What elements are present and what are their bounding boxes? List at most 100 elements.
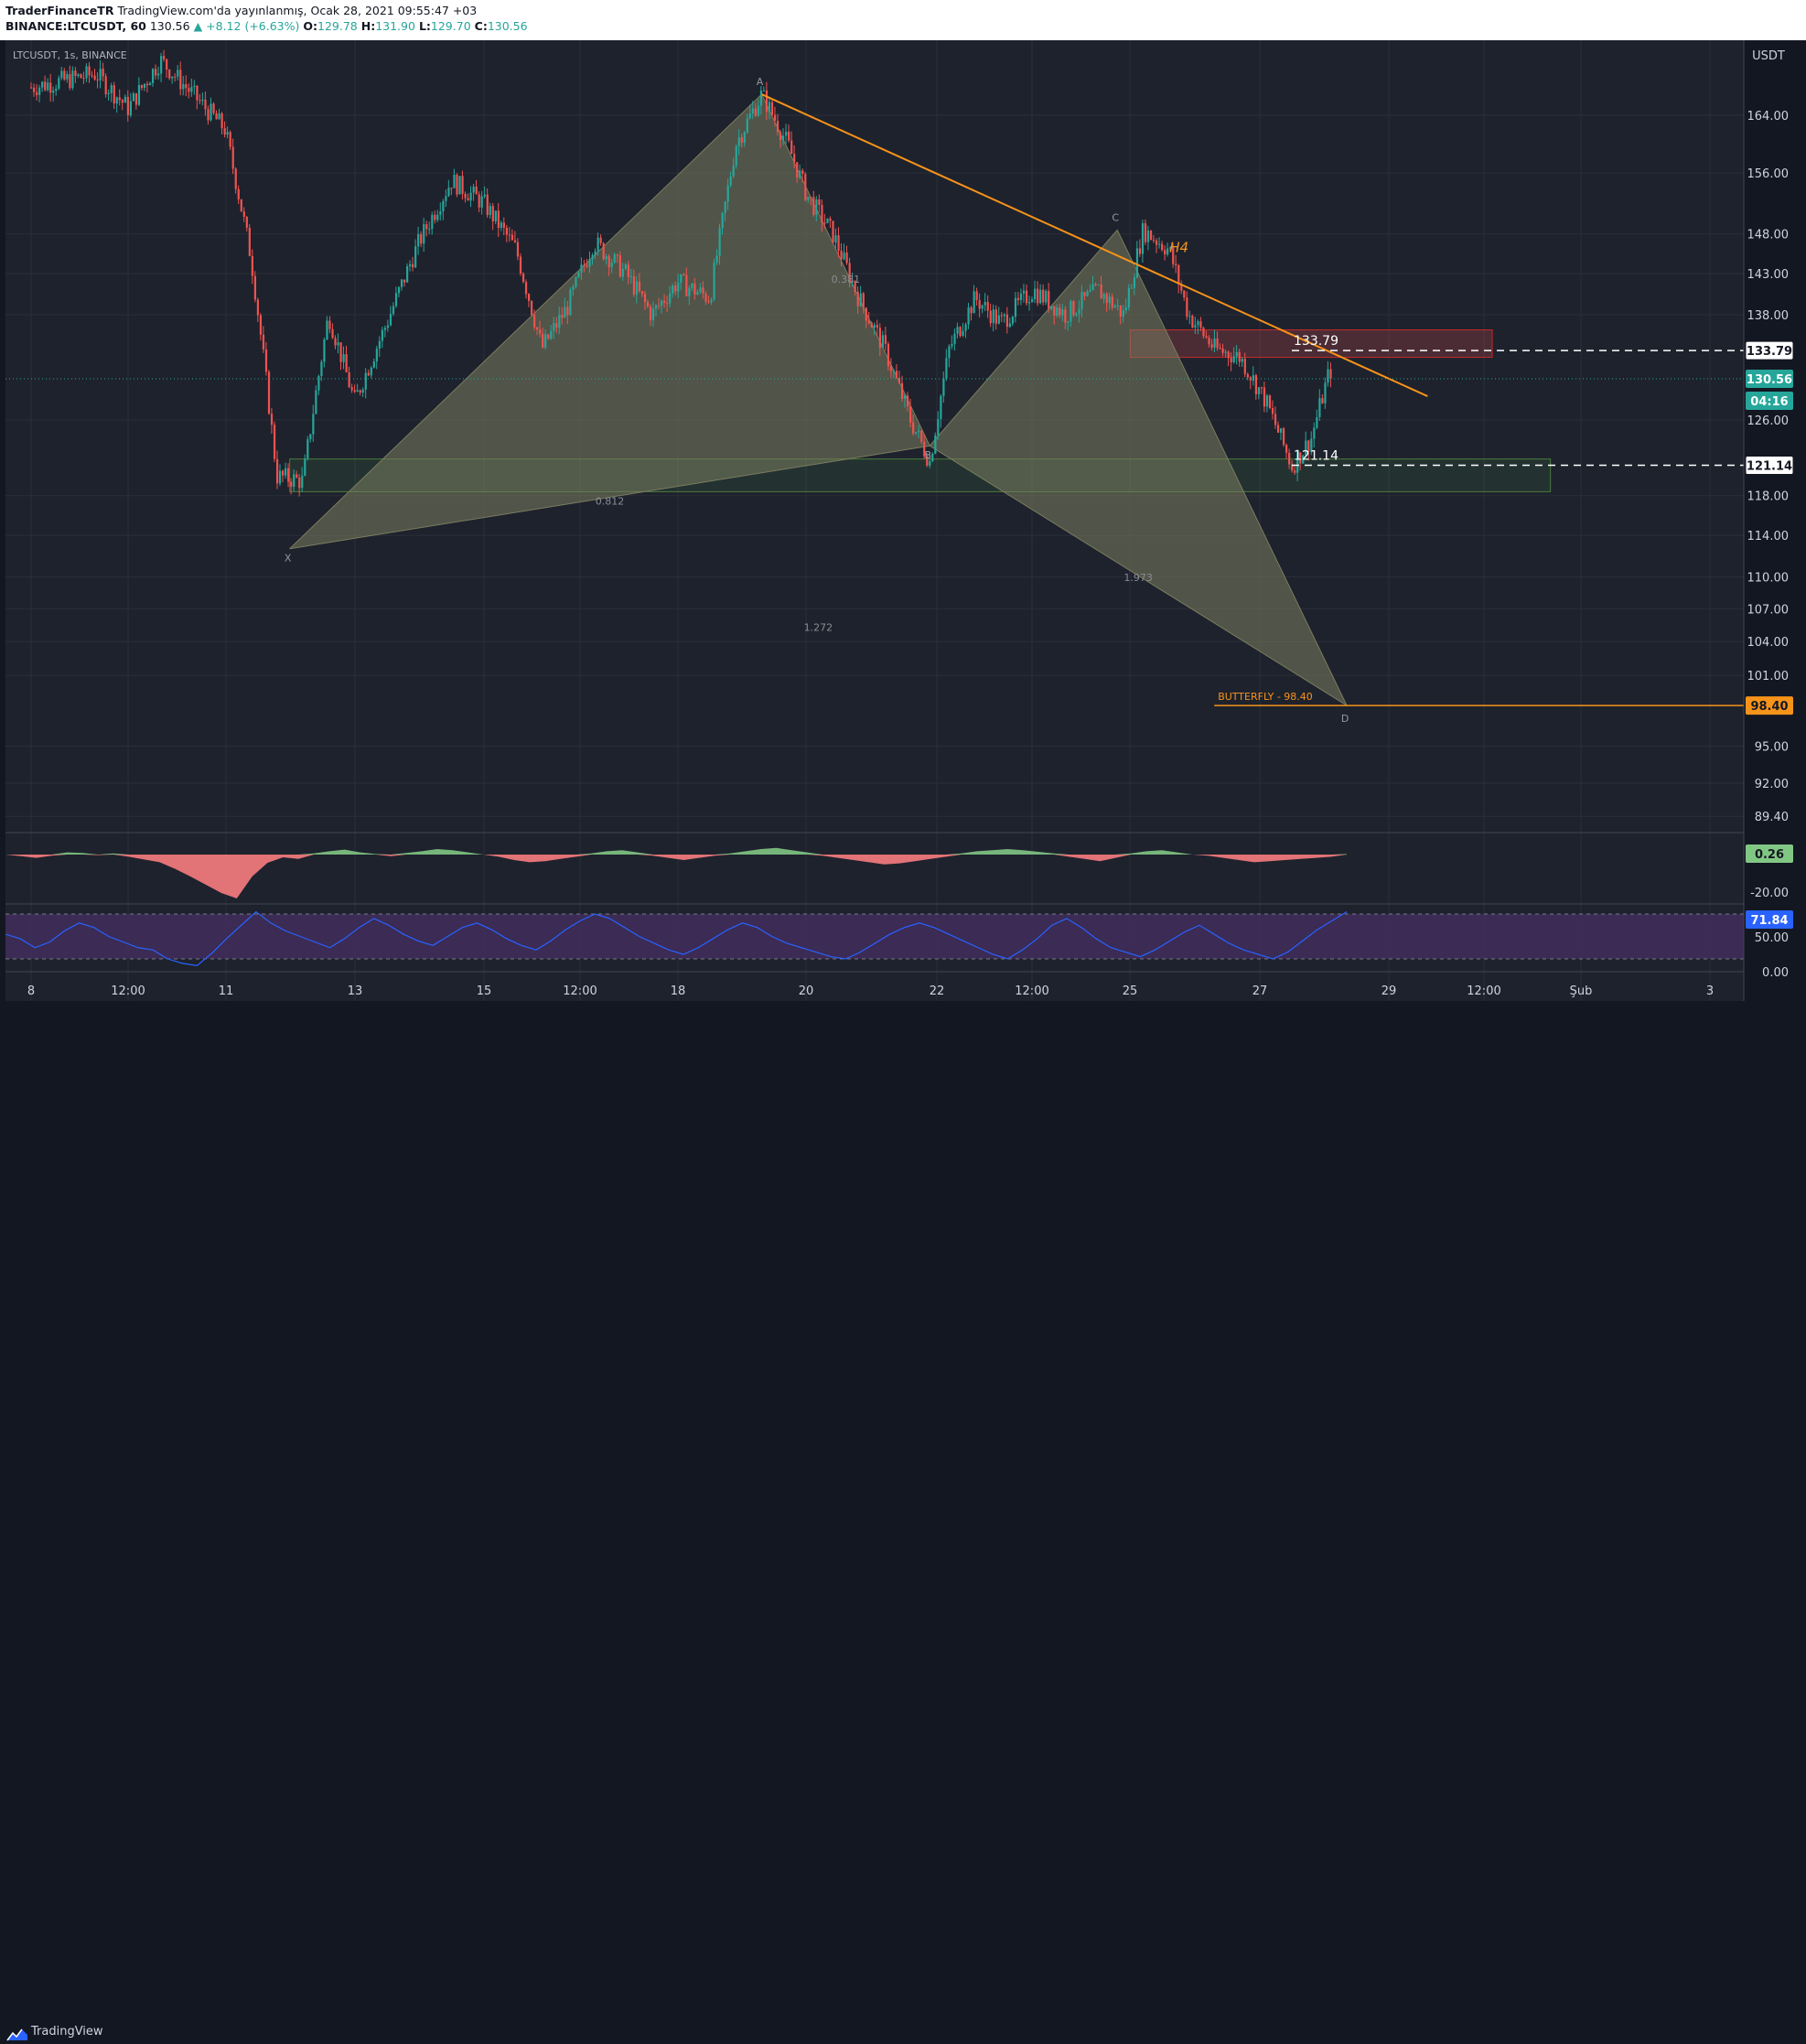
candle-body xyxy=(547,334,550,339)
candle-body xyxy=(818,199,821,205)
price-tick-label: 148.00 xyxy=(1747,229,1790,242)
candle-body xyxy=(317,375,320,391)
candle-body xyxy=(655,305,658,309)
candle-body xyxy=(759,91,763,106)
candle-body xyxy=(1050,306,1053,309)
candle-body xyxy=(309,434,312,440)
candle-body xyxy=(843,253,845,260)
fib-ratio-label: 0.381 xyxy=(832,274,861,285)
candle-body xyxy=(478,194,480,208)
candle-body xyxy=(1235,351,1238,357)
candle-body xyxy=(1075,313,1078,316)
candle-body xyxy=(1094,284,1097,285)
candle-body xyxy=(889,366,893,371)
time-tick-label: 12:00 xyxy=(563,984,597,998)
candle-body xyxy=(981,305,984,309)
candle-body xyxy=(82,78,85,80)
candle-body xyxy=(765,90,769,113)
candle-body xyxy=(953,333,956,345)
candle-body xyxy=(613,254,616,263)
candle-body xyxy=(909,406,912,423)
time-tick-label: 11 xyxy=(219,984,234,998)
candle-body xyxy=(458,176,461,195)
candle-body xyxy=(621,268,624,277)
chart-canvas[interactable]: LTCUSDT, 1s, BINANCE X A B C D 0.381 0.812 1.97… xyxy=(0,0,1806,1010)
candle-body xyxy=(1025,290,1028,304)
time-tick-label: 3 xyxy=(1706,984,1714,998)
price-tick-label: 89.40 xyxy=(1755,811,1789,824)
candle-body xyxy=(489,206,491,215)
candle-body xyxy=(1194,325,1197,328)
candle-body xyxy=(66,74,69,80)
candle-body xyxy=(810,197,812,199)
time-tick-label: Şub xyxy=(1570,984,1593,998)
candle-body xyxy=(301,475,304,489)
candle-body xyxy=(790,140,793,155)
candle-body xyxy=(1037,288,1039,304)
candle-body xyxy=(1221,348,1224,353)
pattern-point-c: C xyxy=(1112,211,1119,223)
candle-body xyxy=(434,214,436,221)
candle-body xyxy=(629,275,633,277)
candle-body xyxy=(956,327,959,334)
candle-body xyxy=(832,221,834,243)
candle-body xyxy=(862,293,865,308)
candle-body xyxy=(572,286,575,290)
candle-body xyxy=(126,96,129,115)
candle-body xyxy=(776,121,779,133)
candle-body xyxy=(1141,223,1145,254)
candle-body xyxy=(215,113,218,120)
candle-body xyxy=(331,328,334,339)
candle-body xyxy=(423,224,425,244)
price-tick-label: 101.00 xyxy=(1747,670,1790,683)
candle-body xyxy=(242,211,245,218)
candle-body xyxy=(1318,398,1321,417)
candle-body xyxy=(361,389,364,393)
candle-body xyxy=(770,102,774,115)
candle-body xyxy=(992,309,994,324)
candle-body xyxy=(85,66,88,79)
candle-body xyxy=(378,340,381,350)
candle-body xyxy=(931,453,934,462)
candle-body xyxy=(1243,359,1246,374)
level-badge-text: 121.14 xyxy=(1747,460,1792,474)
candle-body xyxy=(500,222,502,229)
candle-body xyxy=(406,266,409,283)
candle-body xyxy=(533,315,536,328)
fib-ratio-label: 0.812 xyxy=(596,495,625,507)
candle-body xyxy=(951,344,953,347)
candle-body xyxy=(873,325,876,328)
candle-body xyxy=(531,300,533,316)
candle-body xyxy=(793,154,796,163)
candle-body xyxy=(737,137,740,146)
candle-body xyxy=(1276,425,1280,433)
candle-body xyxy=(607,256,610,267)
candle-body xyxy=(729,176,732,186)
candle-body xyxy=(245,217,248,228)
rsi-band xyxy=(5,914,1744,959)
candle-body xyxy=(691,283,693,288)
candle-body xyxy=(359,390,361,393)
candle-body xyxy=(594,251,597,255)
candle-body xyxy=(674,285,677,292)
candle-body xyxy=(785,131,788,136)
candle-body xyxy=(226,132,229,135)
candle-body xyxy=(735,145,737,167)
candle-body xyxy=(677,282,680,292)
candle-body xyxy=(624,264,627,269)
price-tick-label: 107.00 xyxy=(1747,603,1790,617)
time-axis[interactable]: 8 12:00 11 13 15 12:00 18 20 22 12:00 25 27 29 12:00 Ş… xyxy=(27,984,1714,998)
candle-body xyxy=(1246,373,1249,378)
price-tick-label: 143.00 xyxy=(1747,268,1790,282)
candle-body xyxy=(1127,287,1130,307)
candle-body xyxy=(1216,339,1219,349)
candle-body xyxy=(1003,314,1005,317)
candle-body xyxy=(320,361,323,376)
candle-body xyxy=(502,222,505,228)
candle-body xyxy=(412,264,414,268)
candle-body xyxy=(1186,297,1188,317)
candle-body xyxy=(461,176,464,194)
level-label: 133.79 xyxy=(1294,334,1338,349)
candle-body xyxy=(339,342,342,362)
candle-body xyxy=(36,91,38,95)
